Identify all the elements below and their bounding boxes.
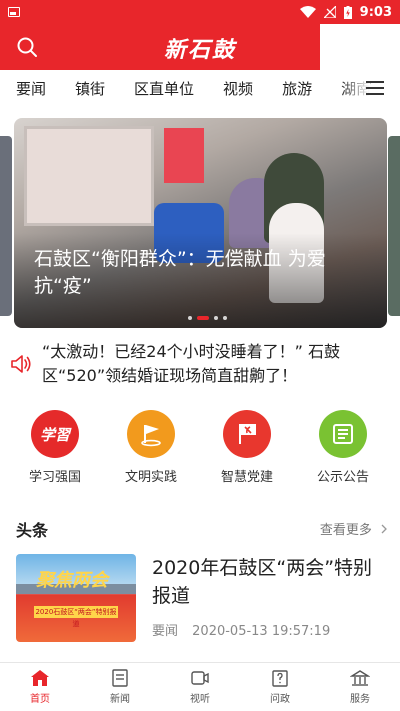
tab-zhenjie[interactable]: 镇街 bbox=[75, 78, 105, 99]
channel-menu-icon[interactable] bbox=[366, 81, 384, 95]
news-card[interactable]: 聚焦两会 2020石鼓区“两会”特别报道 2020年石鼓区“两会”特别报道 要闻… bbox=[0, 550, 400, 650]
headlines-header: 头条 查看更多 bbox=[0, 515, 400, 541]
tab-lvyou[interactable]: 旅游 bbox=[282, 78, 312, 99]
bottom-nav: 首页 新闻 视听 问政 服务 bbox=[0, 662, 400, 711]
party-flag-icon bbox=[223, 410, 271, 458]
thumbnail-calligraphy: 聚焦两会 bbox=[36, 570, 108, 591]
app-header: 新石鼓 bbox=[0, 24, 400, 70]
status-icons: 9:03 bbox=[299, 4, 392, 20]
app-logo: 新石鼓 bbox=[163, 37, 236, 63]
quick-link-label: 智慧党建 bbox=[220, 470, 273, 485]
flag-icon bbox=[127, 410, 175, 458]
carousel-dot bbox=[214, 316, 218, 320]
quick-link-dangjian[interactable]: 智慧党建 bbox=[202, 410, 292, 485]
thumbnail-banner: 2020石鼓区“两会”特别报道 bbox=[34, 606, 118, 628]
banner-carousel[interactable]: 石鼓区“衡阳群众”：无偿献血 为爱抗“疫” bbox=[0, 112, 400, 334]
quick-link-xuexi[interactable]: 学習 学习强国 bbox=[10, 410, 100, 485]
service-icon bbox=[350, 670, 370, 686]
quick-link-wenming[interactable]: 文明实践 bbox=[106, 410, 196, 485]
news-meta: 要闻 2020-05-13 19:57:19 bbox=[152, 620, 340, 639]
app-screen: 9:03 新石鼓 要闻 镇街 区直单位 视频 旅游 湖南 bbox=[0, 0, 400, 711]
no-signal-icon bbox=[323, 6, 336, 18]
home-icon bbox=[31, 670, 49, 686]
banner-photo-poster bbox=[164, 128, 204, 183]
nav-news[interactable]: 新闻 bbox=[80, 663, 160, 711]
channel-tabs: 要闻 镇街 区直单位 视频 旅游 湖南 bbox=[0, 70, 400, 106]
news-thumbnail: 聚焦两会 2020石鼓区“两会”特别报道 bbox=[16, 554, 136, 642]
flag-glyph bbox=[141, 425, 161, 447]
quick-links: 学習 学习强国 文明实践 智慧党建 公示公告 bbox=[0, 410, 400, 490]
tab-quzhi-danwei[interactable]: 区直单位 bbox=[134, 78, 194, 99]
news-datetime: 2020-05-13 19:57:19 bbox=[192, 624, 331, 639]
notice-board-icon bbox=[319, 410, 367, 458]
search-icon[interactable] bbox=[16, 36, 38, 58]
nav-label: 首页 bbox=[30, 694, 50, 705]
carousel-dot bbox=[223, 316, 227, 320]
view-more-label: 查看更多 bbox=[319, 523, 372, 538]
next-slide-peek bbox=[388, 136, 400, 316]
notice-board-glyph bbox=[333, 424, 353, 444]
nav-video[interactable]: 视听 bbox=[160, 663, 240, 711]
carousel-indicator bbox=[188, 316, 227, 320]
header-blank-area bbox=[320, 24, 400, 70]
chevron-right-icon bbox=[381, 524, 387, 534]
carousel-dot bbox=[188, 316, 192, 320]
notice-bar[interactable]: “太激动！已经24个小时没睡着了！” 石鼓区“520”领结婚证现场简直甜齁了！ bbox=[0, 340, 400, 390]
status-bar: 9:03 bbox=[0, 0, 400, 24]
battery-charging-icon bbox=[343, 5, 352, 19]
nav-inquiry[interactable]: 问政 bbox=[240, 663, 320, 711]
banner-caption: 石鼓区“衡阳群众”：无偿献血 为爱抗“疫” bbox=[34, 248, 326, 297]
nav-label: 问政 bbox=[270, 694, 290, 705]
carousel-dot-active bbox=[197, 316, 209, 320]
wifi-icon bbox=[299, 6, 316, 18]
nav-home[interactable]: 首页 bbox=[0, 663, 80, 711]
news-category: 要闻 bbox=[152, 624, 179, 639]
nav-label: 服务 bbox=[350, 694, 370, 705]
clock: 9:03 bbox=[359, 4, 392, 20]
inquiry-icon bbox=[272, 670, 288, 687]
banner-photo-window bbox=[24, 126, 154, 226]
news-icon bbox=[112, 669, 128, 687]
tab-yaowen[interactable]: 要闻 bbox=[16, 78, 46, 99]
section-title: 头条 bbox=[16, 521, 49, 540]
image-notification-icon bbox=[8, 7, 20, 17]
nav-label: 新闻 bbox=[110, 694, 130, 705]
quick-link-label: 学习强国 bbox=[28, 470, 81, 485]
xuexi-icon: 学習 bbox=[31, 410, 79, 458]
view-more-link[interactable]: 查看更多 bbox=[320, 519, 388, 538]
previous-slide-peek bbox=[0, 136, 12, 316]
banner-slide[interactable]: 石鼓区“衡阳群众”：无偿献血 为爱抗“疫” bbox=[14, 118, 387, 328]
quick-link-gongshi[interactable]: 公示公告 bbox=[298, 410, 388, 485]
speaker-icon bbox=[11, 355, 31, 373]
party-flag-glyph bbox=[239, 424, 256, 444]
tab-shipin[interactable]: 视频 bbox=[223, 78, 253, 99]
quick-link-label: 文明实践 bbox=[124, 470, 177, 485]
quick-link-label: 公示公告 bbox=[316, 470, 369, 485]
xuexi-logo-glyph: 学習 bbox=[39, 425, 70, 444]
notice-text[interactable]: “太激动！已经24个小时没睡着了！” 石鼓区“520”领结婚证现场简直甜齁了！ bbox=[42, 340, 387, 388]
nav-service[interactable]: 服务 bbox=[320, 663, 400, 711]
video-icon bbox=[191, 671, 209, 685]
news-title[interactable]: 2020年石鼓区“两会”特别报道 bbox=[152, 554, 384, 610]
nav-label: 视听 bbox=[190, 694, 210, 705]
